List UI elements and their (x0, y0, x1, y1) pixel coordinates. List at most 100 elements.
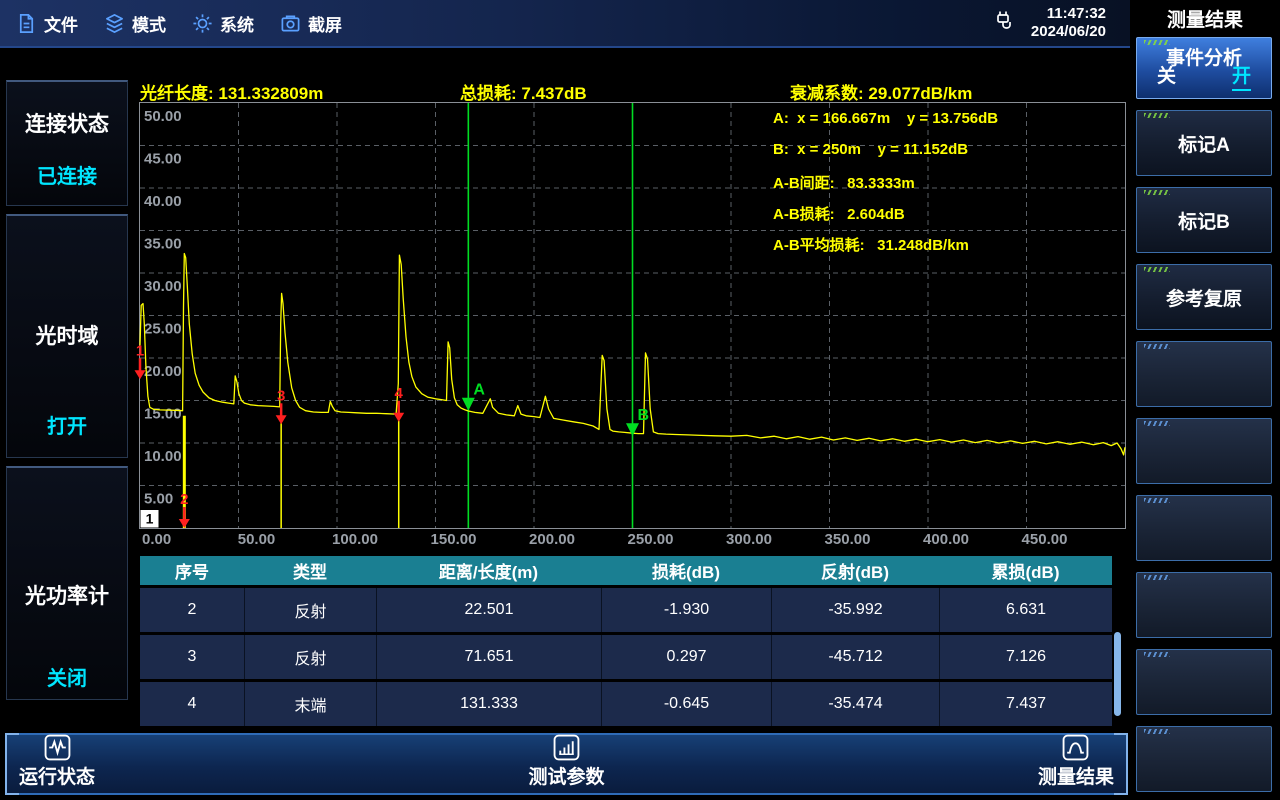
cell: 131.333 (376, 682, 601, 726)
tab-test-params[interactable]: 测试参数 (528, 734, 604, 789)
toggle-on-label[interactable]: 开 (1232, 61, 1251, 91)
x-tick-label: 200.00 (529, 531, 575, 548)
total-loss-summary: 总损耗: 7.437dB (460, 79, 587, 104)
cell: 22.501 (376, 588, 601, 632)
cell: 0.297 (601, 635, 771, 679)
empty-softkey-1[interactable] (1136, 341, 1272, 407)
menu-file-label: 文件 (44, 11, 78, 36)
cell: 2 (140, 588, 244, 632)
svg-text:A: A (473, 382, 485, 399)
table-row[interactable]: 2 反射 22.501 -1.930 -35.992 6.631 (140, 588, 1112, 632)
event-table-header-row: 序号 类型 距离/长度(m) 损耗(dB) 反射(dB) 累损(dB) (140, 556, 1112, 585)
x-tick-label: 50.00 (238, 531, 276, 548)
svg-text:3: 3 (277, 387, 285, 404)
svg-text:4: 4 (395, 385, 404, 402)
right-sidebar: 测量结果 事件分析 关 开 标记A 标记B 参考复原 (1130, 0, 1280, 800)
marker-readout-line: A: x = 166.667m y = 13.756dB (773, 110, 998, 127)
menu-mode-label: 模式 (132, 11, 166, 36)
cell: 4 (140, 682, 244, 726)
svg-text:40.00: 40.00 (144, 193, 182, 210)
marker-b-button[interactable]: 标记B (1136, 187, 1272, 253)
otdr-module-status: 打开 (7, 410, 127, 439)
col-header-type: 类型 (244, 556, 376, 585)
power-meter-panel[interactable]: 光功率计 关闭 (6, 466, 128, 700)
otdr-module-panel[interactable]: 光时域 打开 (6, 214, 128, 458)
event-analysis-toggle-button[interactable]: 事件分析 关 开 (1136, 37, 1272, 99)
x-tick-label: 300.00 (726, 531, 772, 548)
trace-icon (1062, 734, 1089, 761)
cell: -35.474 (771, 682, 939, 726)
power-meter-status: 关闭 (7, 662, 127, 691)
x-tick-label: 400.00 (923, 531, 969, 548)
table-scrollbar[interactable] (1114, 632, 1121, 716)
marker-readout-line: A-B平均损耗: 31.248dB/km (773, 234, 969, 255)
connection-status-title: 连接状态 (7, 108, 127, 138)
date-text: 2024/06/20 (1031, 23, 1106, 41)
attenuation-summary: 衰减系数: 29.077dB/km (790, 79, 972, 104)
waveform-icon (44, 734, 71, 761)
col-header-reflect: 反射(dB) (771, 556, 939, 585)
x-tick-label: 350.00 (825, 531, 871, 548)
col-header-cumloss: 累损(dB) (939, 556, 1112, 585)
empty-softkey-2[interactable] (1136, 418, 1272, 484)
svg-text:2: 2 (180, 491, 188, 508)
cell: 7.126 (939, 635, 1112, 679)
marker-a-button[interactable]: 标记A (1136, 110, 1272, 176)
tab-measure-results[interactable]: 测量结果 (1038, 734, 1114, 789)
empty-softkey-5[interactable] (1136, 649, 1272, 715)
connection-status-panel[interactable]: 连接状态 已连接 (6, 80, 128, 206)
x-tick-label: 100.00 (332, 531, 378, 548)
x-axis-labels: 0.0050.00100.00150.00200.00250.00300.003… (140, 531, 1140, 551)
empty-softkey-4[interactable] (1136, 572, 1272, 638)
menu-mode[interactable]: 模式 (104, 11, 166, 36)
empty-softkey-3[interactable] (1136, 495, 1272, 561)
menu-file[interactable]: 文件 (16, 11, 78, 36)
layers-icon (104, 13, 125, 34)
otdr-app: { "topbar": { "menu": [ {"label": "文件", … (0, 0, 1280, 800)
gear-icon (192, 13, 213, 34)
svg-text:5.00: 5.00 (144, 491, 173, 508)
svg-text:B: B (638, 407, 650, 424)
svg-text:30.00: 30.00 (144, 278, 182, 295)
col-header-loss: 损耗(dB) (601, 556, 771, 585)
cell: 反射 (244, 588, 376, 632)
cell: 3 (140, 635, 244, 679)
event-table[interactable]: 序号 类型 距离/长度(m) 损耗(dB) 反射(dB) 累损(dB) 2 反射… (140, 553, 1112, 729)
col-header-distance: 距离/长度(m) (376, 556, 601, 585)
menu-system[interactable]: 系统 (192, 11, 254, 36)
table-row[interactable]: 3 反射 71.651 0.297 -45.712 7.126 (140, 635, 1112, 679)
cell: -1.930 (601, 588, 771, 632)
col-header-index: 序号 (140, 556, 244, 585)
marker-a-label: 标记A (1137, 111, 1271, 175)
otdr-chart-canvas[interactable]: 50.0045.0040.0035.0030.0025.0020.0015.00… (140, 103, 1125, 528)
bottom-tab-bar: 运行状态 测试参数 测量结果 (5, 733, 1128, 795)
connection-status-value: 已连接 (7, 160, 127, 189)
bar-chart-icon (553, 734, 580, 761)
otdr-chart[interactable]: 50.0045.0040.0035.0030.0025.0020.0015.00… (140, 103, 1125, 528)
marker-readout-line: A-B间距: 83.3333m (773, 172, 915, 193)
file-icon (16, 13, 37, 34)
cell: 7.437 (939, 682, 1112, 726)
power-plug-icon (991, 8, 1015, 39)
svg-text:20.00: 20.00 (144, 363, 182, 380)
table-row[interactable]: 4 末端 131.333 -0.645 -35.474 7.437 (140, 682, 1112, 726)
empty-softkey-6[interactable] (1136, 726, 1272, 792)
menu-screenshot[interactable]: 截屏 (280, 11, 342, 36)
svg-text:25.00: 25.00 (144, 321, 182, 338)
marker-readout-line: B: x = 250m y = 11.152dB (773, 141, 968, 158)
reference-restore-button[interactable]: 参考复原 (1136, 264, 1272, 330)
svg-text:45.00: 45.00 (144, 151, 182, 168)
tab-run-status-label: 运行状态 (19, 762, 95, 789)
time-text: 11:47:32 (1031, 5, 1106, 23)
x-tick-label: 250.00 (628, 531, 674, 548)
cell: 71.651 (376, 635, 601, 679)
cell: -35.992 (771, 588, 939, 632)
menu-system-label: 系统 (220, 11, 254, 36)
tab-run-status[interactable]: 运行状态 (19, 734, 95, 789)
fiber-length-summary: 光纤长度: 131.332809m (140, 79, 323, 104)
toggle-off-label[interactable]: 关 (1157, 61, 1176, 91)
tab-measure-results-label: 测量结果 (1038, 762, 1114, 789)
marker-readout-line: A-B损耗: 2.604dB (773, 203, 905, 224)
clock: 11:47:32 2024/06/20 (1031, 5, 1106, 41)
tab-test-params-label: 测试参数 (528, 762, 604, 789)
